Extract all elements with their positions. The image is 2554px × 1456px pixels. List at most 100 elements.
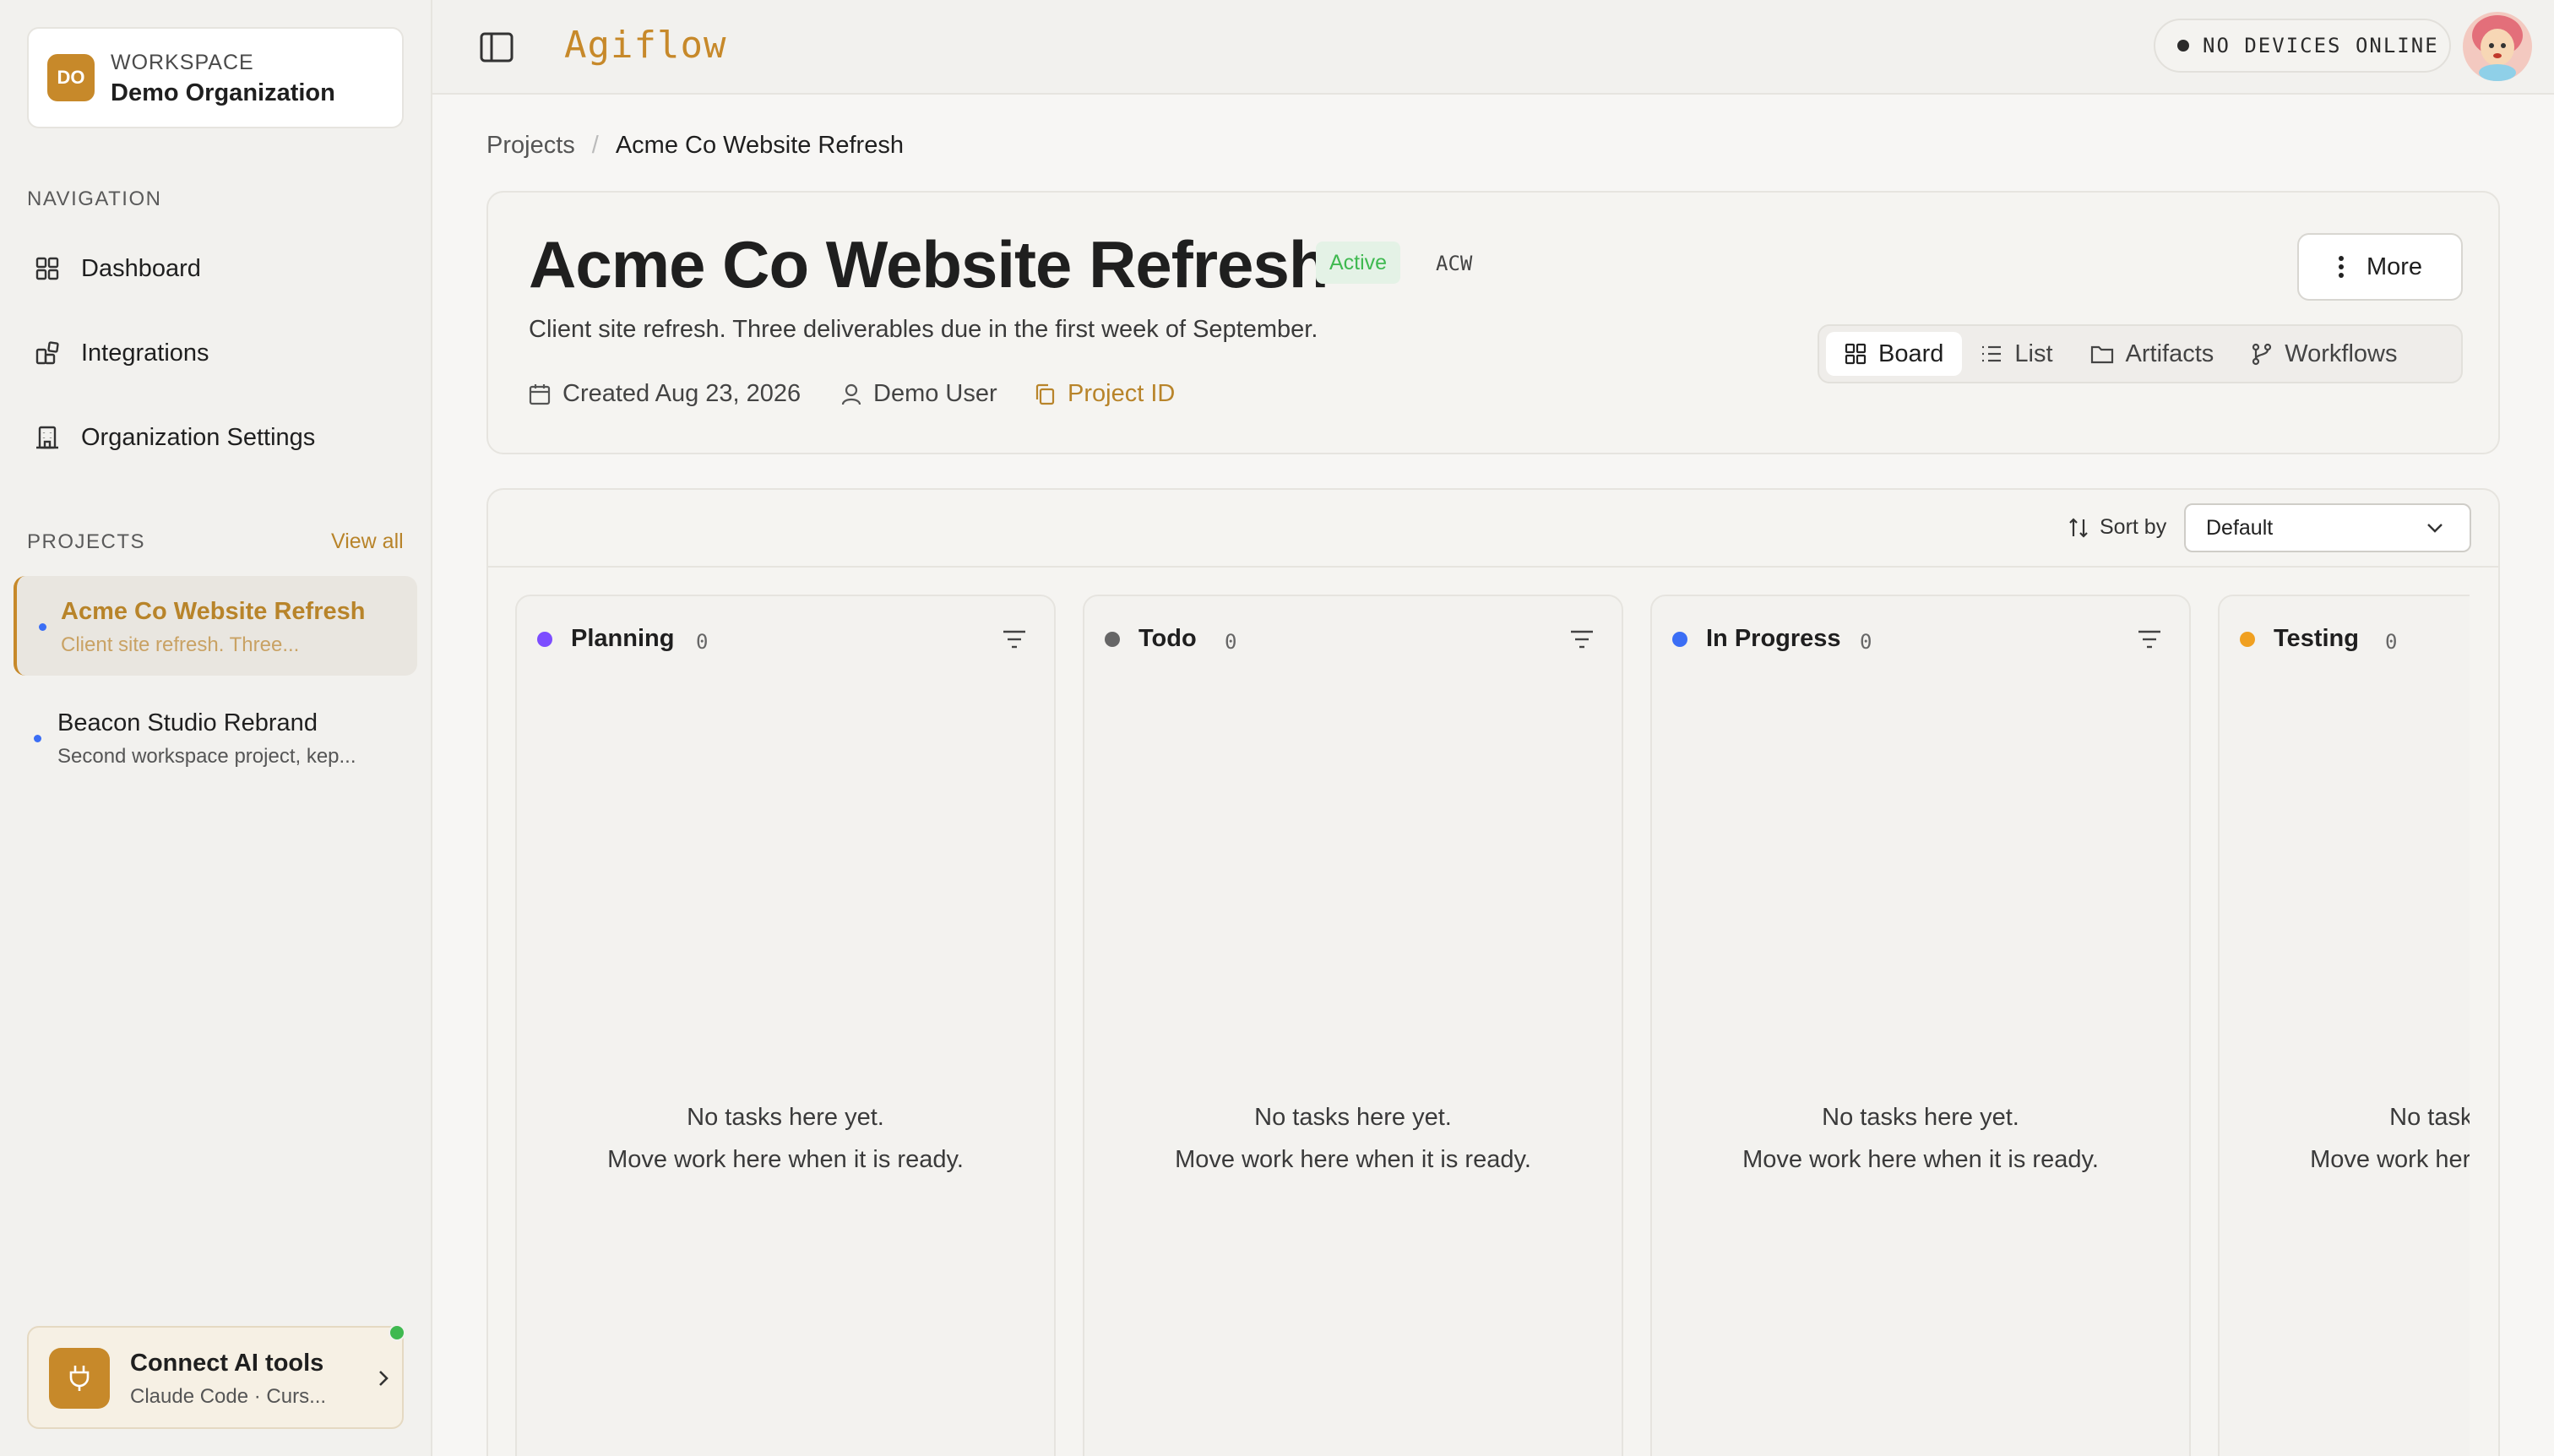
- view-all-projects-link[interactable]: View all: [331, 530, 404, 554]
- column-empty-state: No tasks here yet. Move work here when i…: [517, 1096, 1054, 1181]
- more-button-label: More: [2366, 253, 2423, 280]
- tab-workflows[interactable]: Workflows: [2232, 332, 2415, 376]
- column-status-dot: [2240, 632, 2255, 647]
- sidebar-toggle-icon[interactable]: [476, 27, 517, 68]
- sort-icon: [2069, 517, 2088, 538]
- connect-ai-tools-title: Connect AI tools: [130, 1350, 324, 1377]
- board-toolbar: Sort by Default: [488, 490, 2498, 568]
- status-dot: [2177, 40, 2189, 52]
- workspace-switcher[interactable]: DO WORKSPACE Demo Organization: [27, 27, 404, 128]
- workspace-name: Demo Organization: [111, 79, 335, 106]
- tab-label: Workflows: [2285, 340, 2398, 367]
- column-name: Todo: [1138, 625, 1197, 652]
- sort-label-text: Sort by: [2100, 515, 2167, 539]
- tab-label: Board: [1878, 340, 1944, 367]
- empty-state-line: No tasks here yet.: [2389, 1104, 2470, 1131]
- user-avatar[interactable]: [2461, 10, 2534, 83]
- top-bar: Agiflow NO DEVICES ONLINE: [432, 0, 2554, 95]
- sort-label: Sort by: [2068, 515, 2166, 540]
- project-dot: [39, 623, 46, 631]
- column-count: 0: [696, 630, 709, 654]
- brand-logo: Agiflow: [564, 24, 727, 67]
- project-created: Created Aug 23, 2026: [529, 380, 801, 408]
- column-empty-state: No tasks here yet. Move work here when i…: [1652, 1096, 2189, 1181]
- filter-icon[interactable]: [1569, 628, 1595, 650]
- column-planning: Planning 0 No tasks here yet. Move work …: [515, 595, 1056, 1456]
- tab-board[interactable]: Board: [1826, 332, 1963, 376]
- nav-item-integrations[interactable]: Integrations: [27, 323, 404, 383]
- view-tabs: Board List Artifacts Workflows: [1818, 324, 2463, 383]
- sidebar-project-desc: Second workspace project, kep...: [57, 745, 356, 768]
- column-count: 0: [1860, 630, 1872, 654]
- column-count: 0: [1225, 630, 1237, 654]
- nav-item-label: Organization Settings: [81, 423, 316, 451]
- chevron-down-icon: [2427, 524, 2443, 533]
- empty-state-line: Move work here when it is ready.: [1175, 1146, 1531, 1173]
- project-created-text: Created Aug 23, 2026: [562, 380, 802, 407]
- more-vertical-icon: [2338, 256, 2344, 278]
- user-icon: [841, 383, 861, 405]
- tab-artifacts[interactable]: Artifacts: [2072, 332, 2233, 376]
- column-empty-state: No tasks here yet. Move work here when i…: [1084, 1096, 1622, 1181]
- column-name: In Progress: [1706, 625, 1841, 652]
- sidebar: DO WORKSPACE Demo Organization NAVIGATIO…: [0, 0, 432, 1456]
- kanban-board: Sort by Default Planning 0 No tasks here…: [486, 488, 2500, 1456]
- copy-project-id-button[interactable]: Project ID: [1034, 380, 1175, 408]
- project-header: Acme Co Website Refresh Active ACW Clien…: [486, 191, 2500, 454]
- plug-icon: [49, 1348, 110, 1409]
- column-status-dot: [1672, 632, 1687, 647]
- copy-icon: [1035, 383, 1055, 405]
- tab-list[interactable]: List: [1962, 332, 2071, 376]
- empty-state-line: Move work here when it is ready.: [1742, 1146, 2099, 1173]
- sort-select[interactable]: Default: [2184, 503, 2471, 552]
- breadcrumb: Projects / Acme Co Website Refresh: [486, 132, 904, 160]
- nav-item-label: Dashboard: [81, 254, 201, 282]
- workspace-label: WORKSPACE: [111, 51, 254, 74]
- project-key: ACW: [1436, 252, 1473, 275]
- column-name: Testing: [2274, 625, 2359, 652]
- breadcrumb-separator: /: [591, 132, 599, 159]
- column-status-dot: [1105, 632, 1120, 647]
- workspace-avatar: DO: [47, 54, 95, 101]
- sidebar-project-desc: Client site refresh. Three...: [61, 633, 300, 656]
- devices-status-text: NO DEVICES ONLINE: [2203, 34, 2439, 57]
- navigation-label: NAVIGATION: [27, 187, 162, 210]
- filter-icon[interactable]: [2137, 628, 2162, 650]
- page-title: Acme Co Website Refresh: [529, 227, 1329, 302]
- building-icon: [36, 426, 58, 449]
- sidebar-project-beacon-studio-rebrand[interactable]: Beacon Studio Rebrand Second workspace p…: [14, 687, 417, 787]
- online-indicator: [389, 1324, 405, 1341]
- column-empty-state: No tasks here yet. Move work here when i…: [2220, 1096, 2470, 1181]
- column-status-dot: [537, 632, 552, 647]
- breadcrumb-projects-link[interactable]: Projects: [486, 132, 575, 160]
- empty-state-line: No tasks here yet.: [1254, 1104, 1452, 1131]
- git-branch-icon: [2252, 343, 2272, 366]
- column-count: 0: [2385, 630, 2398, 654]
- tab-label: Artifacts: [2125, 340, 2214, 367]
- project-id-label: Project ID: [1068, 380, 1176, 407]
- nav-item-dashboard[interactable]: Dashboard: [27, 238, 404, 299]
- empty-state-line: Move work here when it is ready.: [607, 1146, 964, 1173]
- project-dot: [34, 735, 41, 742]
- puzzle-icon: [35, 341, 59, 365]
- column-in-progress: In Progress 0 No tasks here yet. Move wo…: [1650, 595, 2191, 1456]
- calendar-icon: [529, 383, 551, 405]
- sort-select-value: Default: [2206, 515, 2274, 540]
- connect-ai-tools-card[interactable]: Connect AI tools Claude Code · Curs...: [27, 1326, 404, 1429]
- empty-state-line: No tasks here yet.: [1822, 1104, 2019, 1131]
- list-icon: [1982, 345, 2002, 362]
- nav-item-label: Integrations: [81, 339, 209, 367]
- filter-icon[interactable]: [1002, 628, 1027, 650]
- column-todo: Todo 0 No tasks here yet. Move work here…: [1083, 595, 1623, 1456]
- empty-state-line: Move work here when it is ready.: [2310, 1146, 2470, 1173]
- nav-item-organization-settings[interactable]: Organization Settings: [27, 407, 404, 468]
- folder-icon: [2090, 345, 2113, 364]
- board-columns: Planning 0 No tasks here yet. Move work …: [515, 595, 2470, 1456]
- projects-label: PROJECTS: [27, 530, 146, 553]
- sidebar-project-acme-co-website-refresh[interactable]: Acme Co Website Refresh Client site refr…: [14, 576, 417, 676]
- chevron-right-icon: [379, 1371, 389, 1386]
- more-button[interactable]: More: [2297, 233, 2463, 301]
- project-description: Client site refresh. Three deliverables …: [529, 316, 1318, 343]
- devices-status-pill[interactable]: NO DEVICES ONLINE: [2154, 19, 2451, 73]
- grid-icon: [1845, 343, 1867, 365]
